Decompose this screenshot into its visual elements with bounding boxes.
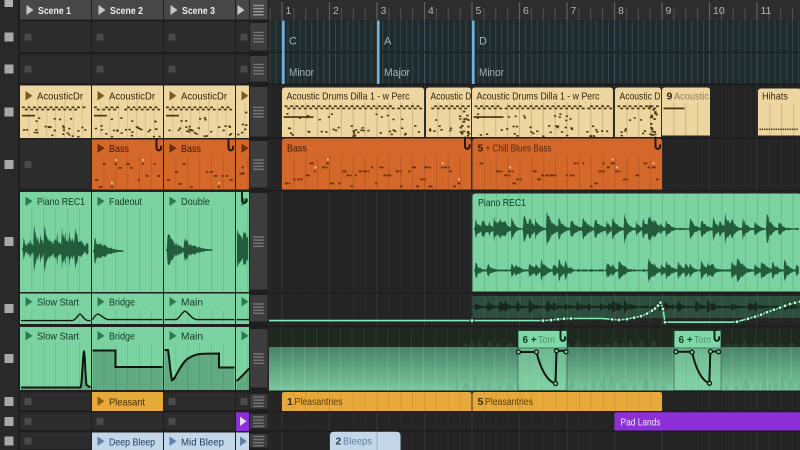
svg-text:9: 9 xyxy=(666,5,672,17)
svg-text:AcousticDr: AcousticDr xyxy=(37,91,83,103)
svg-text:AcousticDr: AcousticDr xyxy=(109,91,155,103)
svg-text:Bleeps: Bleeps xyxy=(343,436,372,448)
svg-text:6 +: 6 + xyxy=(523,335,537,346)
svg-text:Bridge: Bridge xyxy=(109,331,135,343)
svg-text:C: C xyxy=(289,36,297,48)
svg-text:Bass: Bass xyxy=(287,143,307,155)
svg-text:Hihats: Hihats xyxy=(762,91,788,103)
svg-text:Double: Double xyxy=(181,196,210,208)
svg-text:Main: Main xyxy=(181,331,203,343)
svg-text:Acoustic D: Acoustic D xyxy=(620,91,661,103)
svg-text:Deep Bleep: Deep Bleep xyxy=(109,437,155,449)
svg-text:Bass: Bass xyxy=(181,143,201,155)
svg-text:5: 5 xyxy=(478,143,484,155)
svg-text:Main: Main xyxy=(181,297,203,309)
svg-text:Fadeout: Fadeout xyxy=(109,196,142,208)
svg-text:Piano REC1: Piano REC1 xyxy=(37,196,85,208)
svg-text:Scene 3: Scene 3 xyxy=(182,5,215,17)
svg-text:2: 2 xyxy=(333,5,339,17)
svg-text:Pleasant: Pleasant xyxy=(109,397,145,409)
svg-text:Bass: Bass xyxy=(109,143,129,155)
svg-text:6: 6 xyxy=(523,5,529,17)
svg-text:Minor: Minor xyxy=(289,67,314,79)
svg-text:Acoustic D: Acoustic D xyxy=(431,91,472,103)
svg-text:Bridge: Bridge xyxy=(109,297,135,309)
svg-text:10: 10 xyxy=(713,5,725,17)
svg-text:5: 5 xyxy=(478,396,484,408)
svg-text:7: 7 xyxy=(571,5,577,17)
svg-text:Pleasantries: Pleasantries xyxy=(485,396,533,408)
svg-text:Minor: Minor xyxy=(479,67,504,79)
svg-text:3: 3 xyxy=(381,5,387,17)
svg-text:A: A xyxy=(384,36,392,48)
svg-text:4: 4 xyxy=(428,5,434,17)
svg-text:11: 11 xyxy=(761,5,772,17)
svg-text:Slow Start: Slow Start xyxy=(37,297,79,309)
svg-text:Acoustic: Acoustic xyxy=(674,91,709,103)
svg-text:AcousticDr: AcousticDr xyxy=(181,91,227,103)
svg-text:Mid Bleep: Mid Bleep xyxy=(181,437,224,449)
svg-text:Slow Start: Slow Start xyxy=(37,331,79,343)
svg-text:Tom: Tom xyxy=(538,335,555,346)
svg-text:Pad Lands: Pad Lands xyxy=(621,416,661,428)
svg-text:6 +: 6 + xyxy=(679,335,693,346)
svg-text:1: 1 xyxy=(287,396,293,408)
svg-text:Scene 1: Scene 1 xyxy=(38,5,71,17)
svg-text:2: 2 xyxy=(336,436,342,448)
svg-text:9: 9 xyxy=(667,91,673,103)
svg-text:8: 8 xyxy=(618,5,624,17)
svg-text:Scene 2: Scene 2 xyxy=(110,5,143,17)
svg-text:1: 1 xyxy=(286,5,292,17)
svg-text:Tom: Tom xyxy=(694,335,711,346)
svg-text:5: 5 xyxy=(476,5,482,17)
svg-text:Piano REC1: Piano REC1 xyxy=(478,197,526,209)
svg-text:+ Chill Blues Bass: + Chill Blues Bass xyxy=(486,143,552,155)
svg-text:Pleasantries: Pleasantries xyxy=(295,396,343,408)
svg-text:D: D xyxy=(479,36,487,48)
svg-text:Acoustic Drums Dilla 1 - w Per: Acoustic Drums Dilla 1 - w Perc xyxy=(477,91,600,103)
svg-text:Acoustic Drums Dilla 1 - w Per: Acoustic Drums Dilla 1 - w Perc xyxy=(287,91,410,103)
svg-text:Major: Major xyxy=(384,67,410,79)
